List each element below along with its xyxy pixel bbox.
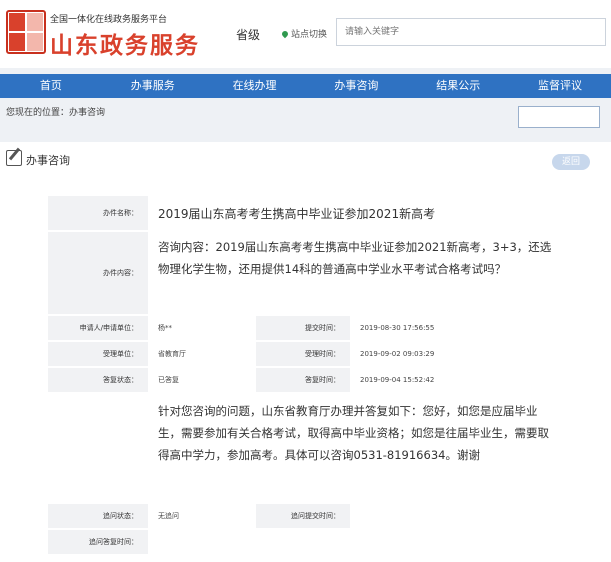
level-label: 省级	[236, 28, 261, 42]
nav-results[interactable]: 结果公示	[407, 74, 509, 98]
location-switch[interactable]: 站点切换	[280, 27, 328, 40]
site-header: 全国一体化在线政务服务平台 山东政务服务 省级 站点切换	[0, 0, 611, 68]
accept-time-label: 受理时间：	[256, 342, 350, 366]
panel-title: 办事咨询	[26, 154, 70, 167]
reply-status-value: 已答复	[150, 368, 254, 392]
submit-time-value: 2019-08-30 17:56:55	[352, 316, 568, 340]
breadcrumb-box[interactable]	[518, 106, 600, 128]
nav-supervise[interactable]: 监督评议	[509, 74, 611, 98]
reply-time-value: 2019-09-04 15:52:42	[352, 368, 568, 392]
back-button[interactable]: 返回	[552, 154, 590, 170]
submit-time-label: 提交时间：	[256, 316, 350, 340]
dept-label: 受理单位：	[48, 342, 148, 366]
edit-icon	[6, 150, 22, 166]
dept-value: 省教育厅	[150, 342, 254, 366]
main-nav: 首页 办事服务 在线办理 办事咨询 结果公示 监督评议	[0, 74, 611, 98]
location-label: 站点切换	[291, 30, 328, 40]
followup-submit-label: 追问提交时间：	[256, 504, 350, 528]
nav-services[interactable]: 办事服务	[102, 74, 204, 98]
followup-submit-value	[352, 504, 568, 528]
followup-reply-value	[150, 530, 568, 554]
followup-status-label: 追问状态：	[48, 504, 148, 528]
reply-status-label: 答复状态：	[48, 368, 148, 392]
location-pin-icon	[280, 29, 290, 39]
nav-consult[interactable]: 办事咨询	[305, 74, 407, 98]
site-subtitle: 全国一体化在线政务服务平台	[50, 15, 168, 25]
content-label: 办件内容：	[48, 232, 148, 314]
search-box[interactable]	[336, 18, 611, 46]
accept-time-value: 2019-09-02 09:03:29	[352, 342, 568, 366]
followup-reply-label: 追问答复时间：	[48, 530, 148, 554]
content-value: 咨询内容：2019届山东高考考生携高中毕业证参加2021新高考，3+3，还选物理…	[150, 232, 568, 314]
item-name-value: 2019届山东高考考生携高中毕业证参加2021新高考	[150, 196, 568, 230]
applicant-label: 申请人/申请单位：	[48, 316, 148, 340]
breadcrumb: 您现在的位置：办事咨询	[6, 108, 106, 118]
reply-content: 针对您咨询的问题，山东省教育厅办理并答复如下：您好，如您是应届毕业生，需要参加有…	[150, 396, 568, 500]
nav-online[interactable]: 在线办理	[204, 74, 306, 98]
site-logo[interactable]	[6, 10, 46, 54]
reply-time-label: 答复时间：	[256, 368, 350, 392]
applicant-value: 杨**	[150, 316, 254, 340]
search-input[interactable]	[337, 19, 611, 45]
item-name-label: 办件名称：	[48, 196, 148, 230]
followup-status-value: 无追问	[150, 504, 254, 528]
nav-home[interactable]: 首页	[0, 74, 102, 98]
site-name[interactable]: 山东政务服务	[50, 26, 200, 60]
